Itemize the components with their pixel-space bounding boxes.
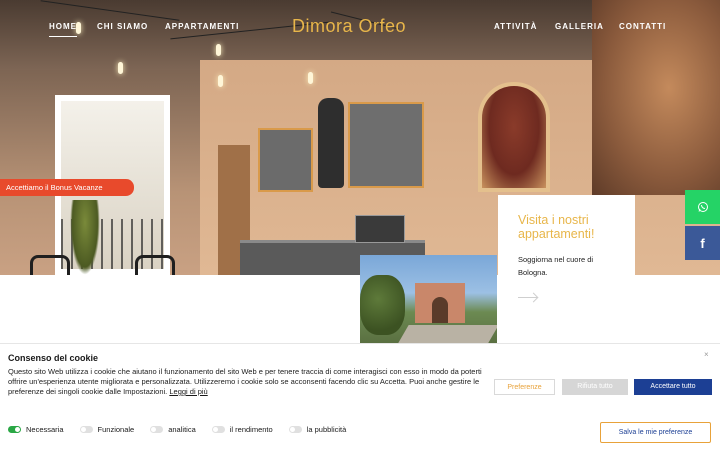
promo-text: Soggiorna nel cuore di Bologna. xyxy=(518,255,594,277)
nav-home[interactable]: HOME xyxy=(49,22,77,37)
whatsapp-button[interactable] xyxy=(685,190,720,224)
read-more-link[interactable]: Leggi di più xyxy=(169,387,207,396)
arrow-right-icon[interactable] xyxy=(518,297,537,298)
save-preferences-button[interactable]: Salva le mie preferenze xyxy=(600,422,711,443)
toggle-necessaria[interactable]: Necessaria xyxy=(8,425,64,434)
toggle-switch[interactable] xyxy=(211,426,225,433)
promo-card: Visita i nostri appartamenti! Soggiorna … xyxy=(498,195,635,345)
facebook-icon: f xyxy=(700,235,705,251)
toggle-label: Funzionale xyxy=(97,425,135,434)
microwave xyxy=(355,215,405,243)
cookie-consent-banner: Consenso del cookie × Questo sito Web ut… xyxy=(0,343,720,450)
facebook-button[interactable]: f xyxy=(685,226,720,260)
bulb xyxy=(216,44,221,56)
cookie-title: Consenso del cookie xyxy=(8,353,99,363)
chair xyxy=(30,255,70,275)
toggle-label: Necessaria xyxy=(26,425,64,434)
reject-all-button[interactable]: Rifiuta tutto xyxy=(562,379,628,395)
toggle-funzionale[interactable]: Funzionale xyxy=(79,425,135,434)
bulb xyxy=(118,62,123,74)
bulb xyxy=(218,75,223,87)
villa-photo xyxy=(360,255,497,350)
toggle-label: la pubblicità xyxy=(306,425,347,434)
nav-chi-siamo[interactable]: CHI SIAMO xyxy=(97,22,148,31)
kitchen-cabinet xyxy=(258,128,313,192)
cookie-toggles: Necessaria Funzionale analitica il rendi… xyxy=(8,425,362,434)
toggle-label: analitica xyxy=(168,425,196,434)
toggle-label: il rendimento xyxy=(229,425,273,434)
nav-appartamenti[interactable]: APPARTAMENTI xyxy=(165,22,239,31)
accept-all-button[interactable]: Accettare tutto xyxy=(634,379,712,395)
toggle-analitica[interactable]: analitica xyxy=(150,425,196,434)
toggle-rendimento[interactable]: il rendimento xyxy=(211,425,273,434)
site-logo[interactable]: Dimora Orfeo xyxy=(292,16,406,37)
close-icon[interactable]: × xyxy=(704,350,709,359)
toggle-switch[interactable] xyxy=(288,426,302,433)
toggle-switch[interactable] xyxy=(8,426,21,433)
nav-galleria[interactable]: GALLERIA xyxy=(555,22,604,31)
promo-title: Visita i nostri appartamenti! xyxy=(518,213,595,241)
kitchen-hood xyxy=(318,98,344,188)
fresco-painting xyxy=(478,82,550,192)
toggle-pubblicita[interactable]: la pubblicità xyxy=(288,425,347,434)
plant xyxy=(70,200,100,275)
cookie-text: Questo sito Web utilizza i cookie che ai… xyxy=(8,367,490,397)
cookie-description: Questo sito Web utilizza i cookie che ai… xyxy=(8,367,482,396)
nav-contatti[interactable]: CONTATTI xyxy=(619,22,666,31)
bonus-vacanze-badge[interactable]: Accettiamo il Bonus Vacanze xyxy=(0,179,134,196)
preferences-button[interactable]: Preferenze xyxy=(494,379,555,395)
toggle-switch[interactable] xyxy=(150,426,164,433)
chair xyxy=(135,255,175,275)
whatsapp-icon xyxy=(697,202,708,212)
nav-attivita[interactable]: ATTIVITÀ xyxy=(494,22,537,31)
toggle-switch[interactable] xyxy=(79,426,93,433)
kitchen-cabinet xyxy=(348,102,424,188)
bulb xyxy=(308,72,313,84)
